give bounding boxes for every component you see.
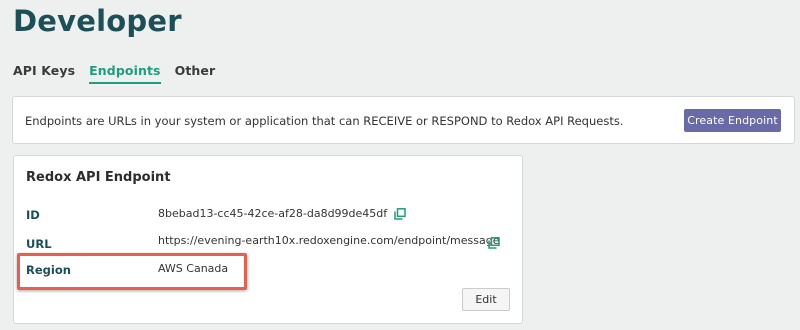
id-label: ID [26,208,40,222]
edit-button[interactable]: Edit [462,288,510,311]
endpoint-card: Redox API Endpoint ID 8bebad13-cc45-42ce… [13,155,523,324]
card-title: Redox API Endpoint [26,170,171,185]
id-value: 8bebad13-cc45-42ce-af28-da8d99de45df [158,207,388,220]
tab-api-keys[interactable]: API Keys [13,63,75,84]
tab-bar: API Keys Endpoints Other [13,63,229,84]
url-value: https://evening-earth10x.redoxengine.com… [158,234,500,247]
copy-icon[interactable] [488,237,500,249]
tab-endpoints[interactable]: Endpoints [89,63,161,84]
endpoints-info-banner: Endpoints are URLs in your system or app… [12,96,795,144]
url-label: URL [26,237,52,251]
create-endpoint-button[interactable]: Create Endpoint [684,109,781,132]
region-label: Region [26,263,71,277]
region-value: AWS Canada [158,262,229,275]
tab-other[interactable]: Other [175,63,216,84]
page-title: Developer [13,4,182,38]
endpoints-description: Endpoints are URLs in your system or app… [25,114,624,128]
copy-icon[interactable] [394,208,406,220]
